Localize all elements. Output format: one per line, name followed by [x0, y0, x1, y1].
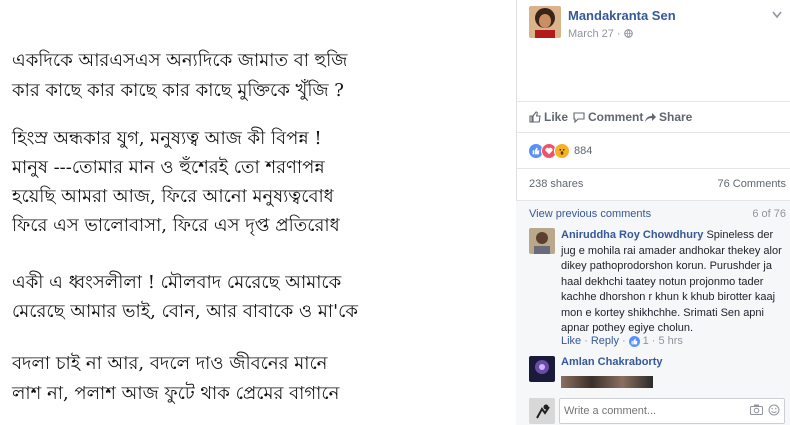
camera-icon[interactable] — [750, 404, 763, 418]
comment-input[interactable] — [564, 405, 734, 417]
smiley-icon[interactable] — [768, 404, 780, 419]
poem-line: একী এ ধ্বংসলীলা ! মৌলবাদ মেরেছে আমাকে — [12, 272, 342, 293]
commenter-name[interactable]: Aniruddha Roy Chowdhury — [561, 229, 703, 241]
post-photo[interactable]: একদিকে আরএসএস অন্যদিকে জামাত বা হুজি কার… — [0, 0, 516, 425]
share-button[interactable]: Share — [644, 110, 692, 126]
comment-like-count[interactable]: 1 — [643, 335, 649, 347]
comment-time[interactable]: 5 hrs — [658, 335, 682, 347]
comment-actions: Like · Reply · 1 · 5 hrs — [561, 335, 683, 347]
thumbs-up-icon — [529, 111, 541, 126]
poem-line: কার কাছে কার কাছে কার কাছে মুক্তিকে খুঁজ… — [12, 80, 344, 101]
reactions-summary[interactable]: 884 — [528, 143, 592, 159]
post-date[interactable]: March 27 — [568, 28, 614, 40]
comment-bubble-icon — [573, 111, 585, 126]
divider — [516, 200, 790, 201]
post-author-name[interactable]: Mandakranta Sen — [568, 8, 676, 23]
author-avatar[interactable] — [529, 6, 561, 38]
poem-line: মানুষ ---তোমার মান ও হুঁশেরই তো শরণাপন্ন — [12, 157, 325, 178]
comments-pager: 6 of 76 — [752, 208, 786, 220]
comment-composer[interactable] — [559, 398, 785, 424]
commenter-name[interactable]: Amlan Chakraborty — [561, 356, 662, 368]
comment-body: Aniruddha Roy Chowdhury Spineless der ju… — [561, 228, 789, 337]
view-previous-comments-link[interactable]: View previous comments — [529, 208, 651, 220]
comment-reply-link[interactable]: Reply — [591, 335, 619, 347]
commenter-avatar[interactable] — [529, 228, 555, 254]
comment-like-link[interactable]: Like — [561, 335, 581, 347]
poem-line: লাশ না, পলাশ আজ ফুটে থাক প্রেমের বাগানে — [12, 383, 340, 404]
commenter-avatar[interactable] — [529, 356, 555, 382]
divider — [516, 132, 790, 133]
reaction-count: 884 — [574, 145, 593, 157]
comment-text: Spineless der jug e mohila rai amader an… — [561, 229, 782, 334]
poem-line: বদলা চাই না আর, বদলে দাও জীবনের মানে — [12, 353, 328, 374]
like-reaction-icon — [628, 335, 640, 347]
current-user-avatar — [529, 398, 555, 424]
share-arrow-icon — [644, 111, 656, 126]
divider — [516, 168, 790, 169]
comments-count[interactable]: 76 Comments — [718, 178, 786, 190]
poem-line: মেরেছে আমার ভাই, বোন, আর বাবাকে ও মা'কে — [12, 301, 358, 322]
separator: · — [584, 335, 588, 347]
globe-icon — [623, 29, 633, 41]
chevron-down-icon[interactable] — [772, 8, 782, 22]
comment-button[interactable]: Comment — [573, 110, 643, 126]
divider — [516, 101, 790, 102]
poem-line: ফিরে এস ভালোবাসা, ফিরে এস দৃপ্ত প্রতিরোধ — [12, 215, 340, 236]
post-meta: March 27 · — [568, 28, 633, 41]
shares-count[interactable]: 238 shares — [529, 178, 583, 190]
separator: · — [621, 335, 626, 347]
poem-line: হিংস্র অন্ধকার যুগ, মনুষ্যত্ব আজ কী বিপন… — [12, 128, 322, 149]
poem-line: হয়েছি আমরা আজ, ফিরে আনো মনুষ্যত্ববোধ — [12, 186, 334, 207]
poem-line: একদিকে আরএসএস অন্যদিকে জামাত বা হুজি — [12, 50, 348, 71]
meta-separator: · — [616, 28, 621, 40]
wow-reaction-icon — [554, 143, 570, 159]
separator: · — [651, 335, 656, 347]
redacted-comment-text — [561, 376, 653, 388]
like-button[interactable]: Like — [529, 110, 568, 126]
